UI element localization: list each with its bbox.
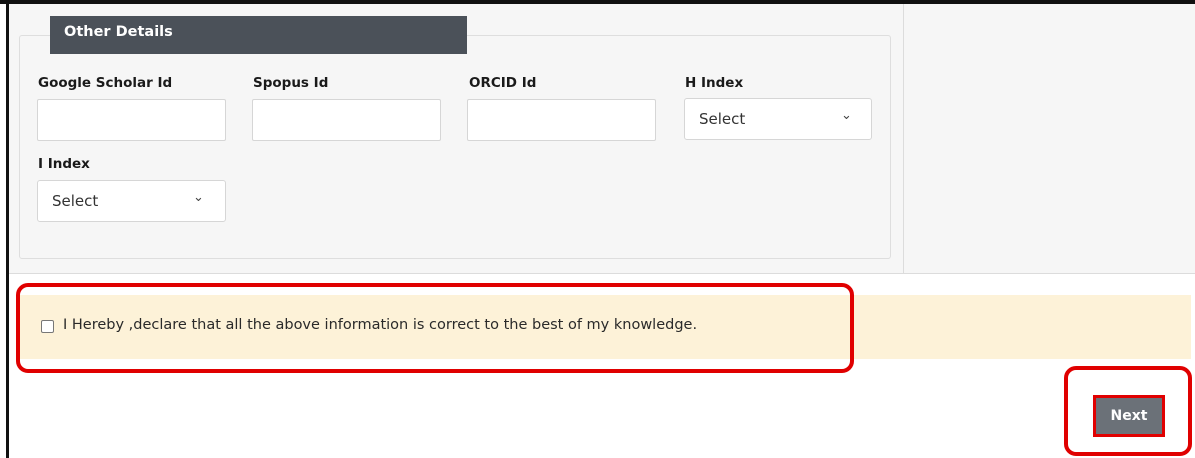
i-index-label: I Index bbox=[38, 156, 90, 172]
left-border bbox=[6, 0, 9, 458]
google-scholar-input[interactable] bbox=[37, 99, 226, 141]
section-legend: Other Details bbox=[50, 16, 467, 54]
declaration-highlight bbox=[16, 283, 854, 373]
scopus-input[interactable] bbox=[252, 99, 441, 141]
orcid-input[interactable] bbox=[467, 99, 656, 141]
chevron-down-icon: ⌄ bbox=[193, 190, 204, 205]
column-divider bbox=[903, 4, 904, 274]
other-details-fieldset bbox=[19, 35, 891, 259]
i-index-select[interactable]: Select ⌄ bbox=[37, 180, 226, 222]
i-index-selected: Select bbox=[52, 192, 99, 210]
h-index-select[interactable]: Select ⌄ bbox=[684, 98, 872, 140]
h-index-selected: Select bbox=[699, 110, 746, 128]
google-scholar-label: Google Scholar Id bbox=[38, 75, 173, 91]
orcid-label: ORCID Id bbox=[469, 75, 537, 91]
next-highlight bbox=[1064, 366, 1192, 456]
h-index-label: H Index bbox=[685, 75, 744, 91]
form-frame: Other Details Google Scholar Id Spopus I… bbox=[0, 0, 1195, 458]
top-border bbox=[0, 0, 1195, 4]
scopus-label: Spopus Id bbox=[253, 75, 329, 91]
chevron-down-icon: ⌄ bbox=[841, 108, 852, 123]
